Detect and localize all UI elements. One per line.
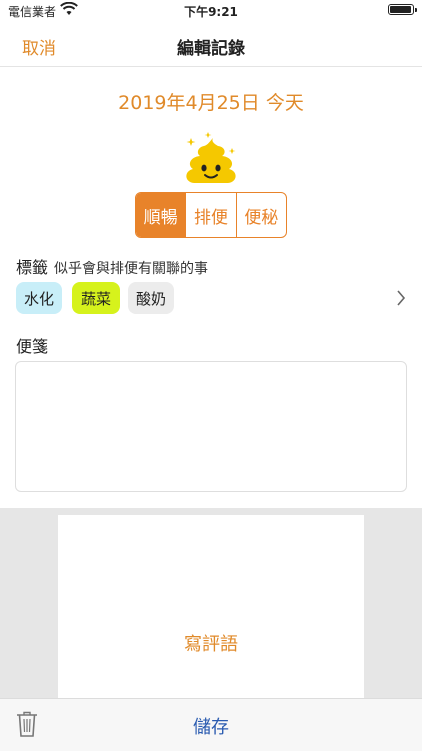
tags-subtitle: 似乎會與排便有關聯的事	[54, 261, 209, 277]
segment-normal[interactable]: 排便	[185, 193, 235, 237]
note-heading: 便箋	[16, 337, 49, 356]
record-date[interactable]: 2019年4月25日 今天	[0, 88, 422, 115]
status-time: 下午9:21	[184, 5, 238, 19]
page-title: 編輯記錄	[177, 39, 245, 59]
segment-constipation[interactable]: 便秘	[235, 193, 286, 237]
tags-title: 標籤	[16, 258, 49, 277]
navigation-bar: 取消 編輯記錄	[0, 22, 422, 67]
note-textarea[interactable]	[15, 361, 407, 492]
tag-yogurt[interactable]: 酸奶	[128, 282, 174, 314]
status-bar: 電信業者 下午9:21	[0, 0, 422, 20]
save-button[interactable]: 儲存	[0, 713, 422, 739]
bottom-toolbar: 儲存	[0, 698, 422, 751]
comment-card[interactable]: 寫評語	[58, 515, 364, 698]
tag-vegetables[interactable]: 蔬菜	[72, 282, 120, 314]
tags-heading: 標籤 似乎會與排便有關聯的事	[16, 254, 208, 278]
segment-smooth[interactable]: 順暢	[136, 193, 186, 237]
tag-hydration[interactable]: 水化	[16, 282, 62, 314]
write-comment-button[interactable]: 寫評語	[58, 630, 364, 656]
chevron-right-icon[interactable]	[396, 290, 406, 306]
battery-icon	[388, 4, 417, 15]
smiling-poop-icon	[186, 132, 236, 183]
bowel-status-segmented-control: 順暢 排便 便秘	[135, 192, 287, 238]
